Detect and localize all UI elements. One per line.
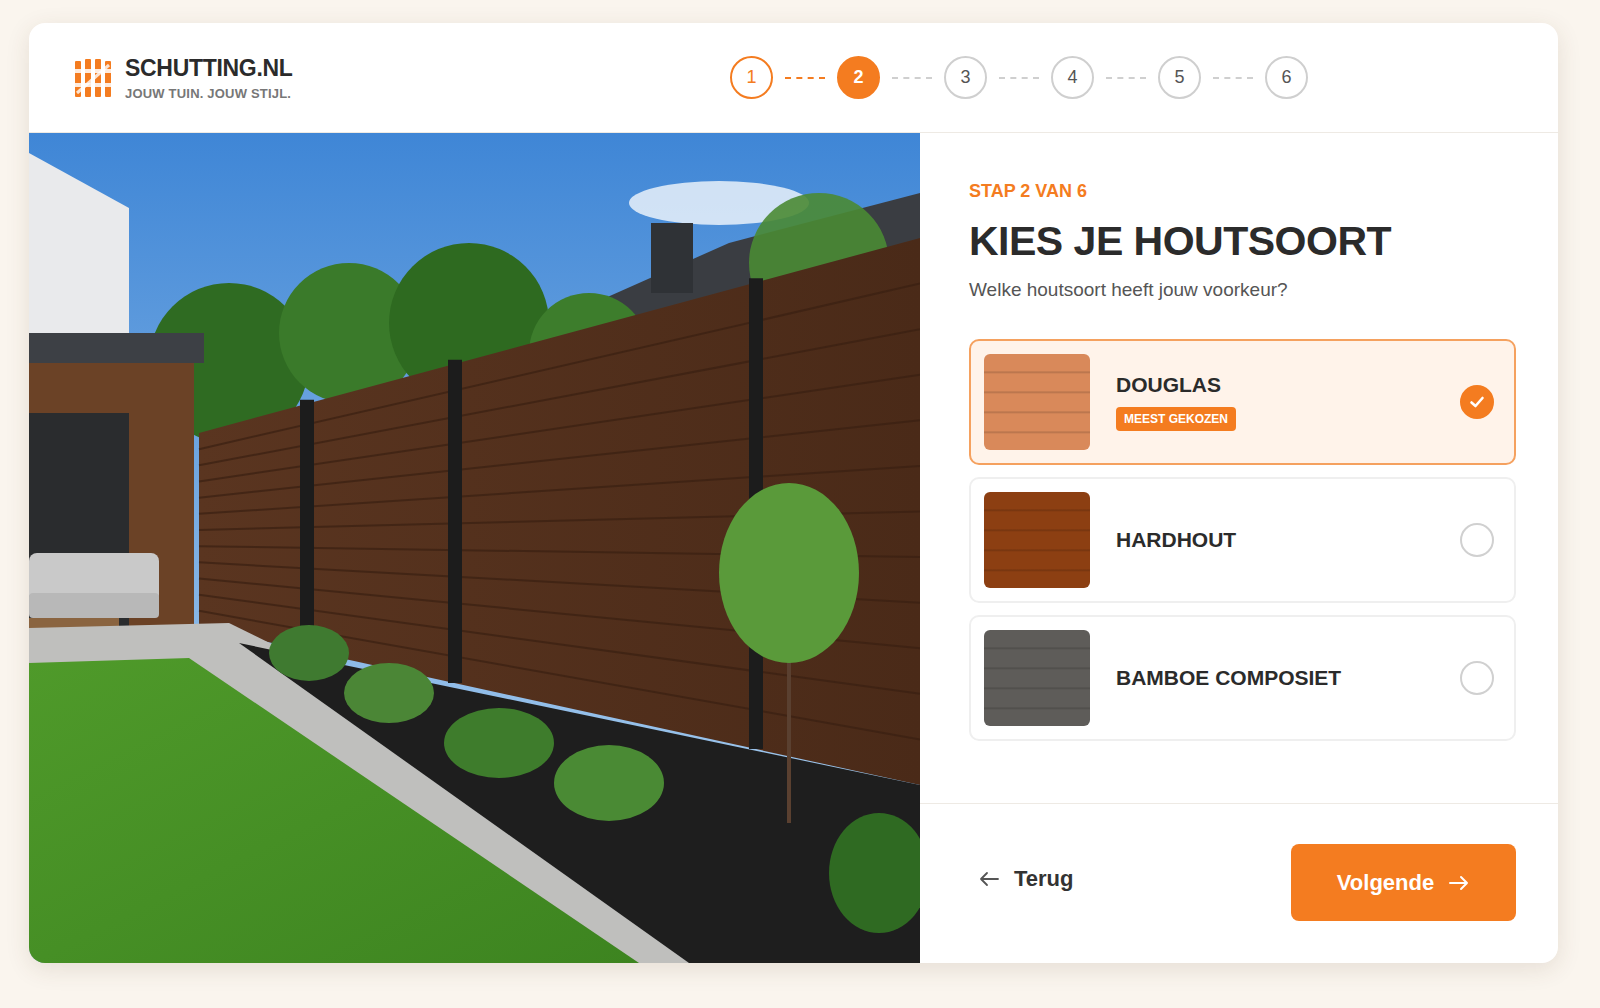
option-text: BAMBOE COMPOSIET <box>1116 666 1434 690</box>
stepper: 1 2 3 4 5 6 <box>730 56 1308 99</box>
wood-grain <box>984 354 1090 450</box>
step-connector <box>1213 77 1253 79</box>
wood-grain <box>984 492 1090 588</box>
radio-button[interactable] <box>1460 523 1494 557</box>
step-circle[interactable]: 3 <box>944 56 987 99</box>
brand[interactable]: SCHUTTING.NL JOUW TUIN. JOUW STIJL. <box>73 55 293 101</box>
header: SCHUTTING.NL JOUW TUIN. JOUW STIJL. 1 2 3 4 5 6 <box>29 23 1558 133</box>
step-circle[interactable]: 6 <box>1265 56 1308 99</box>
wood-swatch <box>984 354 1090 450</box>
subtitle: Welke houtsoort heeft jouw voorkeur? <box>969 279 1516 301</box>
radio-button[interactable] <box>1460 385 1494 419</box>
radio-button[interactable] <box>1460 661 1494 695</box>
page: SCHUTTING.NL JOUW TUIN. JOUW STIJL. 1 2 3 4 5 6… <box>0 0 1600 1008</box>
garden-fence-illustration <box>29 133 920 963</box>
wood-option[interactable]: BAMBOE COMPOSIET <box>969 615 1516 741</box>
body: STAP 2 VAN 6 KIES JE HOUTSOORT Welke houts… <box>29 133 1558 963</box>
next-label: Volgende <box>1337 870 1434 896</box>
option-name: DOUGLAS <box>1116 373 1221 397</box>
arrow-right-icon <box>1448 874 1470 892</box>
configurator-card: SCHUTTING.NL JOUW TUIN. JOUW STIJL. 1 2 3 4 5 6… <box>29 23 1558 963</box>
brand-text: SCHUTTING.NL JOUW TUIN. JOUW STIJL. <box>125 55 293 101</box>
back-button[interactable]: Terug <box>978 862 1073 896</box>
step-connector <box>1106 77 1146 79</box>
next-button[interactable]: Volgende <box>1291 844 1516 921</box>
wood-type-panel: STAP 2 VAN 6 KIES JE HOUTSOORT Welke houts… <box>920 133 1558 963</box>
step-label: STAP 2 VAN 6 <box>969 181 1516 202</box>
wood-option[interactable]: DOUGLAS MEEST GEKOZEN <box>969 339 1516 465</box>
popular-badge: MEEST GEKOZEN <box>1116 407 1236 431</box>
step-connector <box>892 77 932 79</box>
step-circle[interactable]: 2 <box>837 56 880 99</box>
option-name: BAMBOE COMPOSIET <box>1116 666 1341 690</box>
step-circle[interactable]: 1 <box>730 56 773 99</box>
brand-tagline: JOUW TUIN. JOUW STIJL. <box>125 86 293 101</box>
brand-name: SCHUTTING.NL <box>125 55 293 82</box>
step-connector <box>785 77 825 79</box>
fence-logo-icon <box>73 57 115 99</box>
option-name: HARDHOUT <box>1116 528 1236 552</box>
step-circle[interactable]: 5 <box>1158 56 1201 99</box>
step-circle[interactable]: 4 <box>1051 56 1094 99</box>
back-label: Terug <box>1014 866 1073 892</box>
footer: Terug Volgende <box>920 803 1558 963</box>
wood-grain <box>984 630 1090 726</box>
step-connector <box>999 77 1039 79</box>
option-text: DOUGLAS MEEST GEKOZEN <box>1116 373 1434 431</box>
wood-option[interactable]: HARDHOUT <box>969 477 1516 603</box>
wood-swatch <box>984 630 1090 726</box>
title: KIES JE HOUTSOORT <box>969 218 1516 265</box>
garden-photo <box>29 133 920 963</box>
option-text: HARDHOUT <box>1116 528 1434 552</box>
check-icon <box>1468 393 1486 411</box>
option-list: DOUGLAS MEEST GEKOZEN HARDHOUT BAMBOE COMPO… <box>969 339 1516 741</box>
wood-swatch <box>984 492 1090 588</box>
panel-content: STAP 2 VAN 6 KIES JE HOUTSOORT Welke houts… <box>920 133 1558 803</box>
arrow-left-icon <box>978 870 1000 888</box>
